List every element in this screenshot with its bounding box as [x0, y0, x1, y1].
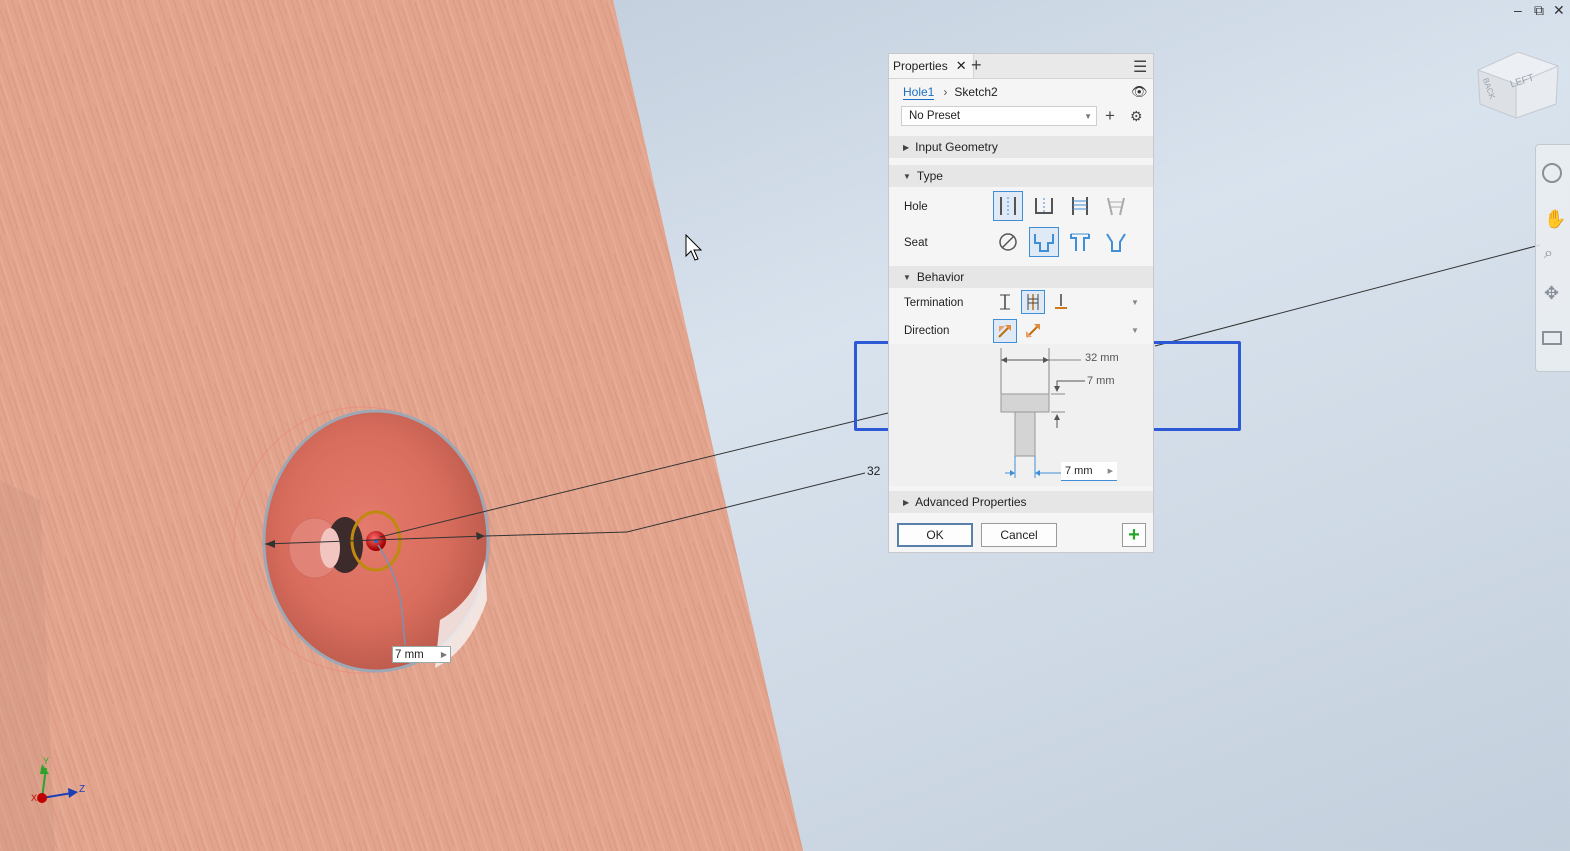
preset-value: No Preset — [909, 110, 961, 122]
hole-type-tapped-button[interactable] — [1065, 191, 1095, 221]
plus-green-icon: + — [1128, 524, 1140, 546]
restore-icon[interactable]: ⧉ — [1534, 2, 1544, 19]
termination-through-all-button[interactable] — [1021, 290, 1045, 314]
seat-counterbore-button[interactable] — [1029, 227, 1059, 257]
tab-properties[interactable]: Properties ✕ — [889, 54, 974, 78]
expand-triangle-icon: ▶ — [903, 497, 910, 507]
seat-countersink-button[interactable] — [1101, 227, 1131, 257]
hole-type-taper-tapped-button[interactable] — [1101, 191, 1131, 221]
preset-dropdown[interactable]: No Preset ▼ — [901, 106, 1097, 126]
hole-diameter-value: 7 mm — [1065, 465, 1093, 477]
mouse-cursor-icon — [685, 234, 703, 261]
counterbore-depth-dim[interactable]: 7 mm — [1087, 375, 1115, 387]
hole-diagram: 32 mm 7 mm 7 mm ▶ — [889, 344, 1153, 486]
orbit-icon[interactable]: ✥ — [1544, 283, 1559, 304]
tab-properties-label: Properties — [893, 59, 948, 73]
hamburger-menu-icon[interactable]: ☰ — [1133, 57, 1147, 77]
pan-hand-icon[interactable]: ✋ — [1544, 209, 1566, 230]
onpart-dimension-value: 7 mm — [395, 648, 424, 661]
collapse-triangle-icon: ▼ — [903, 171, 911, 181]
cancel-button[interactable]: Cancel — [981, 523, 1057, 547]
collapse-triangle-icon: ▼ — [903, 272, 911, 282]
onpart-dimension-input[interactable]: 7 mm ▶ — [392, 646, 451, 663]
properties-panel: Properties ✕ + ☰ Hole1 › Sketch2 👁 No Pr… — [888, 53, 1154, 553]
breadcrumb: Hole1 › Sketch2 👁 — [889, 81, 1167, 103]
breadcrumb-hole1[interactable]: Hole1 — [903, 85, 935, 100]
visibility-eye-icon[interactable]: 👁 — [1131, 84, 1148, 100]
termination-label: Termination — [904, 297, 964, 309]
expand-triangle-icon: ▶ — [903, 142, 910, 152]
termination-to-button[interactable] — [1049, 290, 1073, 314]
arrow-right-icon[interactable]: ▶ — [1108, 467, 1117, 475]
section-advanced-label: Advanced Properties — [915, 495, 1027, 509]
dim-32-label: 32 — [867, 464, 881, 478]
seat-none-button[interactable] — [993, 227, 1023, 257]
breadcrumb-sketch2[interactable]: Sketch2 — [954, 85, 997, 99]
termination-distance-button[interactable] — [993, 290, 1017, 314]
section-advanced-properties[interactable]: ▶ Advanced Properties — [889, 491, 1153, 513]
ok-button[interactable]: OK — [897, 523, 973, 547]
direction-label: Direction — [904, 325, 950, 337]
section-type[interactable]: ▼ Type — [889, 165, 1153, 187]
seat-spotface-button[interactable] — [1065, 227, 1095, 257]
section-input-geometry[interactable]: ▶ Input Geometry — [889, 136, 1153, 158]
chevron-right-icon: › — [943, 85, 948, 99]
axis-z-label: Z — [79, 784, 86, 795]
section-behavior-label: Behavior — [916, 270, 965, 284]
ok-button-label: OK — [926, 528, 944, 542]
hole-type-simple-button[interactable] — [993, 191, 1023, 221]
hole-type-clearance-button[interactable] — [1029, 191, 1059, 221]
axis-y-label: Y — [43, 756, 50, 766]
direction-dropdown-icon[interactable]: ▼ — [1131, 326, 1139, 335]
hole-label: Hole — [904, 201, 928, 213]
section-behavior[interactable]: ▼ Behavior — [889, 266, 1153, 288]
navigation-bar: ✋ ⌕ ✥ — [1535, 144, 1570, 372]
steering-wheel-icon[interactable] — [1542, 163, 1562, 183]
model-canvas[interactable] — [0, 0, 1570, 851]
add-tab-icon[interactable]: + — [971, 55, 982, 76]
section-input-geometry-label: Input Geometry — [915, 140, 998, 154]
gear-icon[interactable]: ⚙ — [1130, 108, 1143, 125]
section-type-label: Type — [916, 169, 943, 183]
hole-diameter-input[interactable]: 7 mm ▶ — [1061, 462, 1117, 481]
close-tab-icon[interactable]: ✕ — [956, 58, 967, 74]
close-window-icon[interactable]: ✕ — [1553, 2, 1565, 19]
add-preset-icon[interactable]: + — [1105, 106, 1115, 126]
counterbore-diameter-dim[interactable]: 32 mm — [1085, 352, 1119, 364]
panel-tabbar: Properties ✕ + ☰ — [889, 54, 1153, 79]
apply-add-button[interactable]: + — [1122, 523, 1146, 547]
axis-x-label: X — [31, 793, 38, 803]
seat-label: Seat — [904, 237, 928, 249]
chevron-down-icon: ▼ — [1084, 111, 1092, 121]
3d-viewport[interactable]: 32 LEFT BACK 7 mm ▶ Y Z X — [0, 0, 1570, 851]
cancel-button-label: Cancel — [1000, 528, 1038, 542]
zoom-icon[interactable]: ⌕ — [1544, 245, 1553, 263]
hole-shaft-shape — [1014, 411, 1036, 457]
direction-flip-button[interactable] — [1021, 319, 1045, 343]
termination-dropdown-icon[interactable]: ▼ — [1131, 298, 1139, 307]
look-at-icon[interactable] — [1542, 331, 1562, 345]
counterbore-shape — [1000, 393, 1050, 413]
direction-default-button[interactable] — [993, 319, 1017, 343]
arrow-right-icon[interactable]: ▶ — [441, 650, 450, 659]
minimize-icon[interactable]: – — [1514, 2, 1522, 18]
